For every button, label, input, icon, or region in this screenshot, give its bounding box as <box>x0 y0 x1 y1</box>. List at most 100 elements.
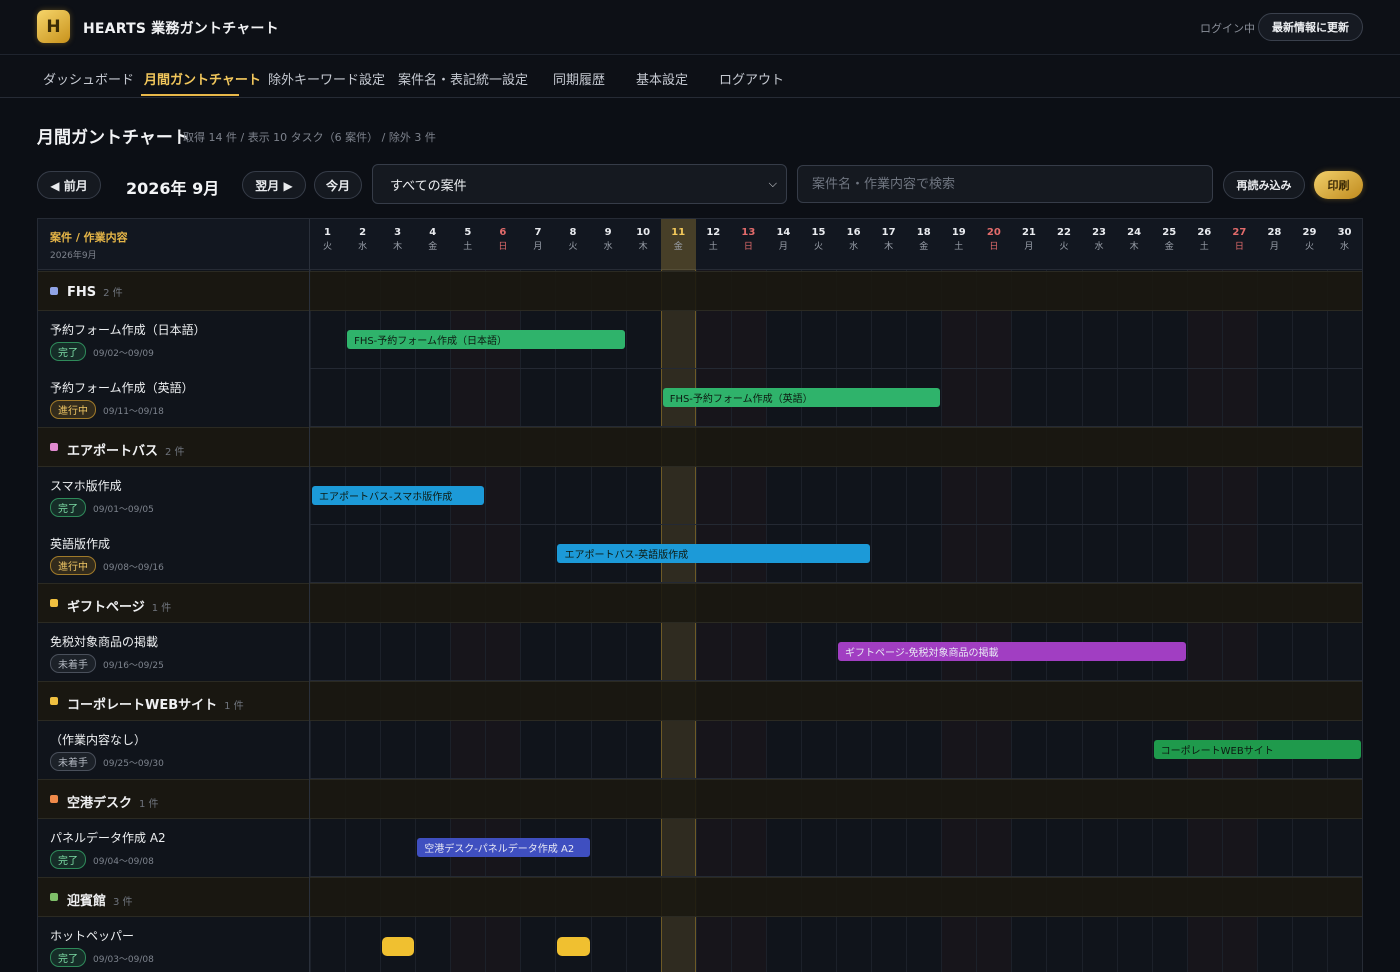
day-weekday: 土 <box>1199 242 1209 252</box>
project-filter-value: すべての案件 <box>390 178 467 194</box>
project-filter-select[interactable]: すべての案件 ⌵ <box>372 164 787 204</box>
task-name: スマホ版作成 <box>50 479 122 493</box>
day-weekday: 土 <box>708 242 718 252</box>
day-number: 9 <box>604 227 612 238</box>
gantt-task-bar[interactable]: 空港デスク-パネルデータ作成 A2 <box>417 838 590 857</box>
day-weekday: 金 <box>428 242 438 252</box>
task-info: スマホ版作成 完了 09/01〜09/05 <box>38 467 309 525</box>
task-name: ホットペッパー <box>50 929 135 943</box>
gantt-task-bar[interactable]: コーポレートWEBサイト <box>1153 740 1362 759</box>
gantt-task-bar[interactable]: エアポートバス-スマホ版作成 <box>312 486 485 505</box>
status-badge: 進行中 <box>50 400 96 419</box>
day-weekday: 火 <box>568 242 578 252</box>
day-number: 19 <box>951 227 966 238</box>
day-number: 5 <box>464 227 472 238</box>
gantt-task-marker[interactable] <box>382 937 415 956</box>
day-number: 2 <box>359 227 367 238</box>
gantt-left-divider <box>309 219 310 972</box>
task-name: 予約フォーム作成（日本語） <box>50 323 206 337</box>
page-summary: 取得 14 件 / 表示 10 タスク（6 案件） / 除外 3 件 <box>183 131 436 144</box>
day-number: 13 <box>741 227 756 238</box>
day-number: 18 <box>916 227 931 238</box>
task-dates: 09/04〜09/08 <box>93 857 154 867</box>
project-color-icon <box>50 893 58 901</box>
day-weekday: 月 <box>1269 242 1279 252</box>
gantt-task-bar[interactable]: エアポートバス-英語版作成 <box>557 544 871 563</box>
project-name-text: FHS <box>67 285 97 300</box>
project-color-icon <box>50 287 58 295</box>
project-name: コーポレートWEBサイト 1 件 <box>67 694 244 713</box>
task-info: （作業内容なし） 未着手 09/25〜09/30 <box>38 721 309 779</box>
day-weekday: 木 <box>1129 242 1139 252</box>
day-weekday: 日 <box>989 242 999 252</box>
day-weekday: 火 <box>1304 242 1314 252</box>
day-header: 8火 <box>555 219 590 270</box>
task-info: パネルデータ作成 A2 完了 09/04〜09/08 <box>38 819 309 877</box>
nav-monthly-gantt[interactable]: 月間ガントチャート <box>144 69 261 88</box>
day-weekday: 土 <box>463 242 473 252</box>
project-task-count: 1 件 <box>139 799 159 810</box>
reload-button[interactable]: 再読み込み <box>1223 171 1305 199</box>
day-header: 14 月 <box>766 219 801 270</box>
day-header: 25 金 <box>1152 219 1187 270</box>
prev-month-button[interactable]: ◀ 前月 <box>37 171 101 199</box>
day-weekday: 金 <box>919 242 929 252</box>
gantt-task-bar[interactable]: ギフトページ-免税対象商品の掲載 <box>838 642 1186 661</box>
day-header: 17 木 <box>871 219 906 270</box>
day-header: 7月 <box>520 219 555 270</box>
nav-dashboard[interactable]: ダッシュボード <box>43 69 134 88</box>
day-weekday: 日 <box>743 242 753 252</box>
gantt-task-bar[interactable]: FHS-予約フォーム作成（英語） <box>662 388 941 407</box>
task-row: スマホ版作成 完了 09/01〜09/05 エアポートバス-スマホ版作成 <box>38 467 1362 525</box>
gantt-chart: 案件 / 作業内容 2026年9月 1 火 2 水 3 木 4 金 5 土 6 日 7 月 8 火 9 水 10 木 1… <box>37 218 1363 972</box>
task-info: 免税対象商品の掲載 未着手 09/16〜09/25 <box>38 623 309 681</box>
task-dates: 09/03〜09/08 <box>93 955 154 965</box>
day-weekday: 月 <box>778 242 788 252</box>
day-number: 20 <box>986 227 1001 238</box>
day-number: 25 <box>1162 227 1177 238</box>
day-header: 15 火 <box>801 219 836 270</box>
refresh-button[interactable]: 最新情報に更新 <box>1258 13 1363 41</box>
login-status: ログイン中 <box>1200 22 1255 35</box>
nav-exclude-keywords[interactable]: 除外キーワード設定 <box>268 69 385 88</box>
project-name: 迎賓館 3 件 <box>67 890 133 909</box>
day-header: 18 金 <box>906 219 941 270</box>
this-month-button[interactable]: 今月 <box>314 171 362 199</box>
logo-icon: H <box>37 10 70 43</box>
day-weekday: 水 <box>1094 242 1104 252</box>
day-header: 30 水 <box>1327 219 1362 270</box>
next-month-button[interactable]: 翌月 ▶ <box>242 171 306 199</box>
project-group-row: エアポートバス 2 件 <box>38 427 1362 467</box>
task-info: ホットペッパー 完了 09/03〜09/08 <box>38 917 309 972</box>
day-number: 28 <box>1267 227 1282 238</box>
nav-basic-settings[interactable]: 基本設定 <box>636 69 688 88</box>
day-weekday: 水 <box>849 242 859 252</box>
task-row: 免税対象商品の掲載 未着手 09/16〜09/25 ギフトページ-免税対象商品の掲載 <box>38 623 1362 681</box>
day-header: 4金 <box>415 219 450 270</box>
day-header: 16 水 <box>836 219 871 270</box>
gantt-task-bar[interactable]: FHS-予約フォーム作成（日本語） <box>347 330 625 349</box>
project-group-row: ギフトページ 1 件 <box>38 583 1362 623</box>
task-dates: 09/11〜09/18 <box>103 407 164 417</box>
print-button[interactable]: 印刷 <box>1314 171 1363 199</box>
day-header: 20 日 <box>976 219 1011 270</box>
project-name-text: コーポレートWEBサイト <box>67 698 218 713</box>
chevron-down-icon: ⌵ <box>768 177 777 190</box>
project-color-icon <box>50 795 58 803</box>
project-task-count: 3 件 <box>113 897 133 908</box>
nav-logout[interactable]: ログアウト <box>719 69 784 88</box>
main-nav: ダッシュボード 月間ガントチャート 除外キーワード設定 案件名・表記統一設定 同… <box>0 56 1400 98</box>
day-header: 9水 <box>591 219 626 270</box>
project-name-text: 迎賓館 <box>67 894 107 909</box>
task-info: 英語版作成 進行中 09/08〜09/16 <box>38 525 309 583</box>
project-group-row: 迎賓館 3 件 <box>38 877 1362 917</box>
day-header: 1火 <box>310 219 345 270</box>
day-number: 1 <box>324 227 332 238</box>
status-badge: 完了 <box>50 850 86 869</box>
gantt-header-row: 案件 / 作業内容 2026年9月 1 火 2 水 3 木 4 金 5 土 6 日 7 月 8 火 9 水 10 木 1… <box>38 219 1362 270</box>
gantt-task-marker[interactable] <box>557 937 590 956</box>
task-name: 英語版作成 <box>50 537 111 551</box>
search-input[interactable] <box>797 165 1213 203</box>
nav-name-normalization[interactable]: 案件名・表記統一設定 <box>398 69 528 88</box>
nav-sync-history[interactable]: 同期履歴 <box>553 69 605 88</box>
